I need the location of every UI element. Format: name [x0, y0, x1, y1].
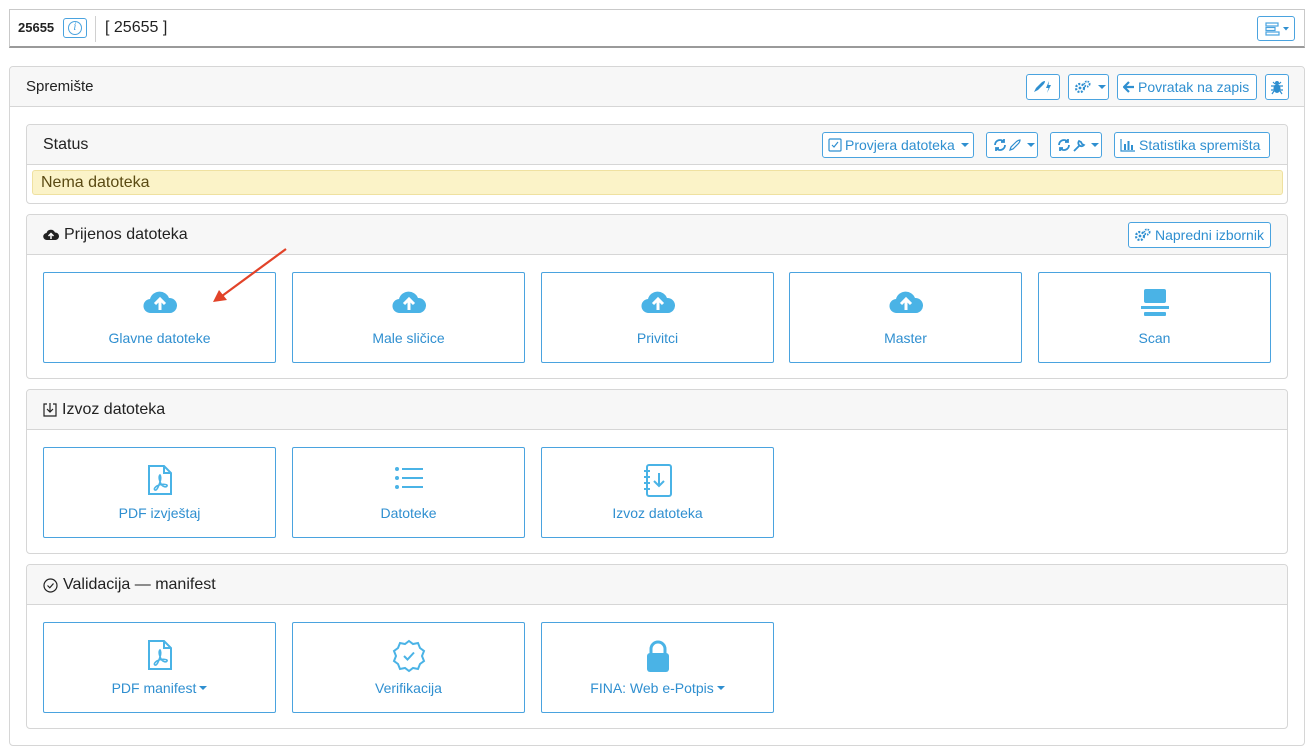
status-title: Status — [43, 136, 89, 153]
refresh-wrench-button[interactable] — [1050, 132, 1102, 158]
upload-scan-label: Scan — [1138, 330, 1171, 346]
advanced-menu-button[interactable]: Napredni izbornik — [1128, 222, 1271, 248]
fina-signature-tile[interactable]: FINA: Web e-Potpis — [541, 622, 774, 713]
menu-bars-icon — [1265, 22, 1289, 36]
upload-title: Prijenos datoteka — [43, 226, 188, 244]
export-header: Izvoz datoteka — [27, 390, 1287, 430]
upload-main-files-tile[interactable]: Glavne datoteke — [43, 272, 276, 363]
scanner-icon — [1140, 289, 1169, 316]
refresh-wrench-icon — [1058, 139, 1086, 152]
cloud-upload-icon — [641, 291, 675, 314]
cloud-upload-icon — [143, 291, 177, 314]
status-header: Status Provjera datoteka Statistika spre… — [27, 125, 1287, 165]
advanced-menu-label: Napredni izbornik — [1155, 227, 1264, 243]
file-check-dropdown[interactable]: Provjera datoteka — [822, 132, 974, 158]
storage-panel-header: Spremište Povratak na zapis — [10, 67, 1304, 107]
refresh-rocket-icon — [994, 139, 1021, 151]
lock-icon — [646, 640, 669, 672]
notebook-download-icon — [643, 464, 672, 497]
settings-dropdown-button[interactable] — [1068, 74, 1109, 100]
rocket-bolt-icon — [1034, 81, 1051, 93]
upload-master-tile[interactable]: Master — [789, 272, 1022, 363]
info-button[interactable]: i — [63, 18, 87, 38]
pdf-manifest-tile[interactable]: PDF manifest — [43, 622, 276, 713]
export-pdf-report-tile[interactable]: PDF izvještaj — [43, 447, 276, 538]
no-files-alert: Nema datoteka — [32, 170, 1283, 195]
cloud-upload-icon — [392, 291, 426, 314]
export-title: Izvoz datoteka — [43, 401, 165, 419]
file-check-label: Provjera datoteka — [845, 137, 955, 153]
divider — [95, 16, 96, 42]
verification-label: Verifikacija — [375, 680, 442, 696]
export-section: Izvoz datoteka PDF izvještaj Datoteke Iz… — [26, 389, 1288, 554]
cloud-upload-icon — [43, 229, 59, 241]
upload-attachments-label: Privitci — [636, 330, 679, 346]
upload-title-label: Prijenos datoteka — [64, 226, 188, 243]
upload-header: Prijenos datoteka Napredni izbornik — [27, 215, 1287, 255]
info-icon: i — [68, 21, 82, 35]
validation-header: Validacija — manifest — [27, 565, 1287, 605]
arrow-left-icon — [1123, 81, 1134, 93]
storage-stats-button[interactable]: Statistika spremišta — [1114, 132, 1270, 158]
badge-check-icon — [392, 639, 425, 673]
bar-chart-icon — [1120, 139, 1135, 152]
pdf-file-icon — [147, 465, 172, 495]
export-files-label: Datoteke — [380, 505, 437, 521]
pdf-manifest-label: PDF manifest — [44, 680, 275, 696]
upload-main-files-label: Glavne datoteke — [108, 330, 211, 346]
record-id: 25655 — [18, 20, 55, 35]
gears-icon — [1074, 80, 1091, 94]
record-menu-button[interactable] — [1257, 16, 1295, 41]
upload-scan-tile[interactable]: Scan — [1038, 272, 1271, 363]
validation-title-label: Validacija — manifest — [63, 576, 216, 593]
record-title: [ 25655 ] — [105, 19, 168, 36]
upload-attachments-tile[interactable]: Privitci — [541, 272, 774, 363]
export-files-download-label: Izvoz datoteka — [612, 505, 703, 521]
upload-master-label: Master — [884, 330, 927, 346]
quick-actions-button[interactable] — [1026, 74, 1060, 100]
upload-thumbnails-label: Male sličice — [372, 330, 445, 346]
back-to-record-button[interactable]: Povratak na zapis — [1117, 74, 1257, 100]
upload-section: Prijenos datoteka Napredni izbornik Glav… — [26, 214, 1288, 379]
export-files-tile[interactable]: Datoteke — [292, 447, 525, 538]
debug-button[interactable] — [1265, 74, 1289, 100]
verification-tile[interactable]: Verifikacija — [292, 622, 525, 713]
check-circle-icon — [43, 577, 58, 593]
export-title-label: Izvoz datoteka — [62, 401, 166, 418]
export-files-download-tile[interactable]: Izvoz datoteka — [541, 447, 774, 538]
bug-icon — [1271, 81, 1283, 95]
panel-title: Spremište — [26, 78, 94, 95]
export-pdf-report-label: PDF izvještaj — [118, 505, 201, 521]
fina-signature-label: FINA: Web e-Potpis — [542, 680, 773, 696]
download-tray-icon — [43, 403, 57, 417]
status-section: Status Provjera datoteka Statistika spre… — [26, 124, 1288, 204]
validation-title: Validacija — manifest — [43, 576, 216, 594]
cloud-upload-icon — [889, 291, 923, 314]
checklist-icon — [828, 138, 842, 152]
pdf-file-icon — [147, 640, 172, 670]
validation-section: Validacija — manifest PDF manifest Verif… — [26, 564, 1288, 729]
back-to-record-label: Povratak na zapis — [1138, 79, 1250, 95]
list-icon — [394, 467, 423, 489]
upload-thumbnails-tile[interactable]: Male sličice — [292, 272, 525, 363]
record-bar: 25655 i [ 25655 ] — [9, 9, 1305, 48]
storage-panel: Spremište Povratak na zapis Status Provj… — [9, 66, 1305, 746]
storage-stats-label: Statistika spremišta — [1139, 137, 1261, 153]
refresh-rocket-button[interactable] — [986, 132, 1038, 158]
gears-icon — [1134, 228, 1151, 242]
